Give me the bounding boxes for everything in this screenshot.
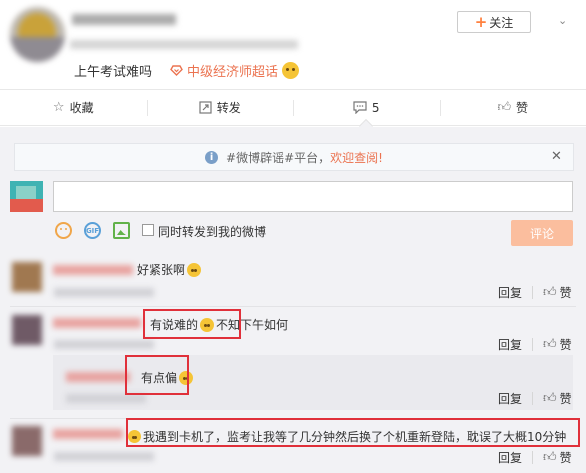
thumb-up-icon[interactable]: 👍︎ [543, 391, 557, 406]
like-button[interactable]: 赞 [560, 390, 572, 407]
collect-button[interactable]: ☆ 收藏 [0, 90, 147, 125]
comment-text: 好紧张啊 [137, 261, 202, 278]
thumb-up-icon[interactable]: 👍︎ [543, 285, 557, 300]
emoji-icon [128, 430, 141, 443]
reply-button[interactable]: 回复 [498, 449, 522, 466]
commenter-name[interactable] [53, 265, 133, 275]
sweat-emoji-icon [179, 370, 194, 385]
comment-meta [54, 340, 154, 349]
info-icon: i [205, 150, 219, 164]
commenter-name[interactable] [53, 429, 123, 439]
action-bar: ☆ 收藏 转发 5 👍︎ 赞 [0, 89, 586, 126]
chevron-down-icon[interactable]: ⌄ [558, 14, 574, 27]
gif-icon[interactable]: GIF [84, 222, 101, 239]
reply-body: 有点偏 [141, 371, 178, 385]
cat-emoji-icon [187, 262, 202, 277]
repost-checkbox[interactable] [142, 224, 154, 236]
reply-actions: 回复 👍︎ 赞 [498, 390, 572, 407]
commenter-avatar[interactable] [12, 262, 42, 292]
repost-button[interactable]: 转发 [146, 90, 294, 125]
close-icon[interactable]: ✕ [551, 149, 562, 164]
repost-checkbox-label: 同时转发到我的微博 [158, 225, 267, 239]
comment-actions: 回复 👍︎ 赞 [498, 284, 572, 301]
like-button[interactable]: 👍︎ 赞 [439, 90, 586, 125]
reply-meta [66, 394, 146, 403]
reply-button[interactable]: 回复 [498, 390, 522, 407]
follow-button[interactable]: + 关注 [457, 11, 531, 33]
notice-text: #微博辟谣#平台， [226, 150, 331, 165]
comment-input[interactable] [53, 181, 573, 212]
comment-meta [54, 452, 154, 461]
commenter-avatar[interactable] [12, 426, 42, 456]
sad-emoji-icon [200, 317, 215, 332]
comment-body-a: 有说难的 [150, 318, 199, 332]
like-icon: 👍︎ [497, 100, 512, 115]
submit-comment-button[interactable]: 评论 [511, 220, 573, 246]
collect-icon: ☆ [52, 100, 65, 115]
notice-link[interactable]: 欢迎查阅! [330, 149, 383, 166]
picture-icon[interactable] [113, 222, 130, 239]
topic-label: 中级经济师超话 [187, 65, 279, 80]
repost-icon [199, 101, 212, 114]
reply-text: 有点偏 [141, 369, 194, 386]
comment-count: 5 [371, 100, 380, 115]
plus-icon: + [474, 12, 488, 31]
commenter-name[interactable] [53, 318, 141, 328]
collect-label: 收藏 [69, 101, 94, 115]
author-avatar[interactable] [10, 7, 65, 62]
like-button[interactable]: 赞 [560, 284, 572, 301]
topic-icon [170, 65, 183, 76]
comment-meta [54, 288, 154, 297]
comment-body: 好紧张啊 [137, 263, 186, 277]
reply-button[interactable]: 回复 [498, 284, 522, 301]
divider [10, 306, 576, 307]
like-label: 赞 [516, 101, 529, 115]
post-text: 上午考试难吗 [74, 65, 153, 80]
post-header: + 关注 ⌄ 上午考试难吗 中级经济师超话 [0, 0, 586, 88]
comment-text: 有说难的 不知下午如何 [150, 316, 288, 333]
post-meta [70, 40, 298, 49]
my-avatar[interactable] [10, 181, 43, 212]
comment-icon [353, 101, 367, 114]
crying-emoji-icon [282, 62, 300, 79]
like-button[interactable]: 赞 [560, 449, 572, 466]
emoji-icon[interactable] [55, 222, 72, 239]
comment-body: 我遇到卡机了，监考让我等了几分钟然后换了个机重新登陆，耽误了大概10分钟 [143, 430, 567, 444]
reply-button[interactable]: 回复 [498, 336, 522, 353]
author-name[interactable] [72, 14, 176, 25]
topic-link[interactable]: 中级经济师超话 [170, 61, 300, 80]
repost-label: 转发 [216, 101, 241, 115]
follow-label: 关注 [489, 15, 514, 30]
commenter-avatar[interactable] [12, 315, 42, 345]
reply-author[interactable] [66, 372, 130, 382]
comment-actions: 回复 👍︎ 赞 [498, 336, 572, 353]
comment-actions: 回复 👍︎ 赞 [498, 449, 572, 466]
comment-text: 我遇到卡机了，监考让我等了几分钟然后换了个机重新登陆，耽误了大概10分钟 [128, 428, 566, 445]
like-button[interactable]: 赞 [560, 336, 572, 353]
rumor-notice: i #微博辟谣#平台， 欢迎查阅! [14, 143, 574, 171]
thumb-up-icon[interactable]: 👍︎ [543, 337, 557, 352]
comment-body-b: 不知下午如何 [216, 318, 289, 332]
divider [10, 418, 576, 419]
thumb-up-icon[interactable]: 👍︎ [543, 450, 557, 465]
